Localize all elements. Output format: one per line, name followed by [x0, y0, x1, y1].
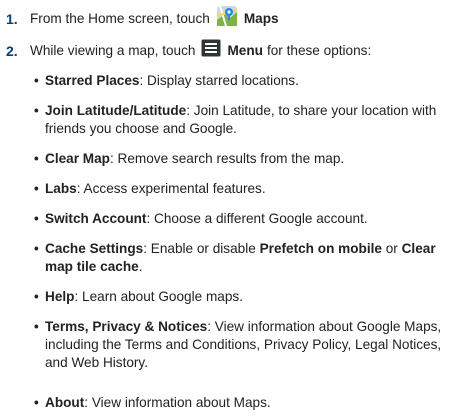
step-number: 2. — [6, 42, 18, 59]
option-desc: : Access experimental features. — [76, 181, 266, 196]
maps-app-icon — [216, 5, 238, 32]
bullet-dot: • — [34, 211, 39, 226]
option-starred-places: • Starred Places: Display starred locati… — [34, 72, 452, 90]
manual-page: 1. From the Home screen, touch Maps 2. W… — [0, 0, 463, 420]
bullet-dot: • — [34, 181, 39, 196]
option-term: Cache Settings — [45, 241, 144, 256]
bullet-dot: • — [34, 73, 39, 88]
step-text: From the Home screen, touch — [30, 10, 210, 26]
option-term: About — [45, 395, 85, 410]
option-term: Labs — [45, 181, 77, 196]
menu-label: Menu — [227, 42, 263, 58]
bullet-dot: • — [34, 395, 39, 410]
option-cache-settings: • Cache Settings: Enable or disable Pref… — [34, 240, 452, 276]
option-desc: : Choose a different Google account. — [146, 211, 368, 226]
option-term: Terms, Privacy & Notices — [45, 319, 208, 334]
option-terms-privacy-notices: • Terms, Privacy & Notices: View informa… — [34, 318, 452, 372]
bullet-dot: • — [34, 289, 39, 304]
bullet-dot: • — [34, 241, 39, 256]
step-text-after: for these options: — [266, 42, 372, 58]
option-switch-account: • Switch Account: Choose a different Goo… — [34, 210, 452, 228]
option-desc: : Enable or disable — [143, 241, 260, 256]
option-term: Starred Places — [45, 73, 140, 88]
step-1: 1. From the Home screen, touch Maps — [6, 5, 279, 32]
option-desc: : Display starred locations. — [139, 73, 299, 88]
prefetch-on-mobile-term: Prefetch on mobile — [259, 241, 382, 256]
option-term: Help — [45, 289, 75, 304]
step-text: While viewing a map, touch — [30, 42, 196, 58]
option-term: Switch Account — [45, 211, 147, 226]
option-desc: : View information about Maps. — [84, 395, 271, 410]
maps-label: Maps — [243, 10, 279, 26]
menu-key-icon — [201, 39, 221, 62]
option-desc: : Learn about Google maps. — [74, 289, 243, 304]
option-clear-map: • Clear Map: Remove search results from … — [34, 150, 452, 168]
bullet-dot: • — [34, 103, 39, 118]
step-number: 1. — [6, 10, 18, 27]
bullet-dot: • — [34, 319, 39, 334]
step-2: 2. While viewing a map, touch Menu for t… — [6, 39, 371, 62]
option-labs: • Labs: Access experimental features. — [34, 180, 452, 198]
option-desc: . — [138, 259, 143, 274]
bullet-dot: • — [34, 151, 39, 166]
option-term: Clear Map — [45, 151, 110, 166]
option-term: Join Latitude/Latitude — [45, 103, 187, 118]
option-desc: : Remove search results from the map. — [109, 151, 345, 166]
option-help: • Help: Learn about Google maps. — [34, 288, 452, 306]
option-desc: or — [381, 241, 402, 256]
option-join-latitude: • Join Latitude/Latitude: Join Latitude,… — [34, 102, 452, 138]
option-about: • About: View information about Maps. — [34, 394, 452, 412]
